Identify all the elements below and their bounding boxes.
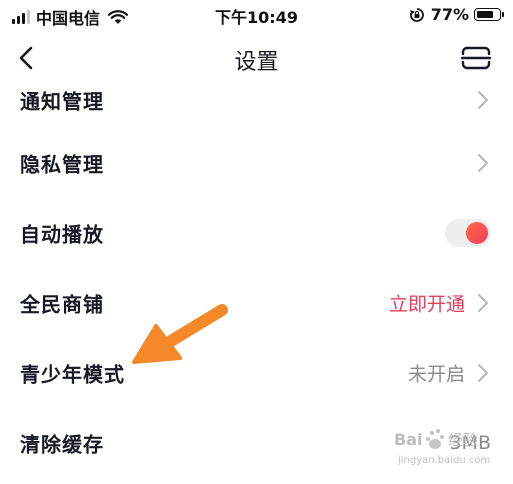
settings-item-privacy[interactable]: 隐私管理 (0, 128, 513, 198)
baidu-jingyan-logo-icon: Bai 经验 (394, 428, 478, 449)
scan-icon[interactable] (461, 45, 491, 71)
watermark: Bai 经验 jingyan.baidu.com (392, 425, 512, 481)
chevron-right-icon (478, 364, 488, 382)
autoplay-toggle[interactable] (445, 219, 491, 247)
status-bar: 中国电信 下午10:49 77% (0, 0, 513, 30)
chevron-right-icon (478, 294, 488, 312)
status-right: 77% (409, 5, 504, 24)
settings-item-autoplay: 自动播放 (0, 198, 513, 268)
settings-item-notification[interactable]: 通知管理 (0, 72, 513, 128)
settings-item-teen-mode[interactable]: 青少年模式 未开启 (0, 338, 513, 408)
settings-item-label: 青少年模式 (20, 362, 125, 387)
battery-percent: 77% (430, 5, 469, 24)
svg-text:经验: 经验 (448, 431, 478, 449)
settings-item-shop[interactable]: 全民商铺 立即开通 (0, 268, 513, 338)
orientation-lock-icon (409, 7, 424, 22)
chevron-right-icon (478, 154, 488, 172)
settings-item-label: 自动播放 (20, 222, 104, 247)
watermark-url: jingyan.baidu.com (398, 455, 491, 466)
battery-icon (474, 8, 504, 21)
settings-item-label: 清除缓存 (20, 432, 104, 457)
settings-item-label: 通知管理 (20, 89, 104, 114)
settings-list: 通知管理 隐私管理 自动播放 全民商铺 立即开通 青少年模式 未开启 清除缓存 … (0, 72, 513, 478)
toggle-knob (466, 222, 488, 244)
settings-item-label: 隐私管理 (20, 152, 104, 177)
teen-mode-status: 未开启 (407, 363, 465, 386)
chevron-right-icon (478, 91, 488, 109)
svg-text:Bai: Bai (394, 430, 422, 449)
open-now-link[interactable]: 立即开通 (389, 290, 465, 317)
settings-item-label: 全民商铺 (20, 292, 104, 317)
